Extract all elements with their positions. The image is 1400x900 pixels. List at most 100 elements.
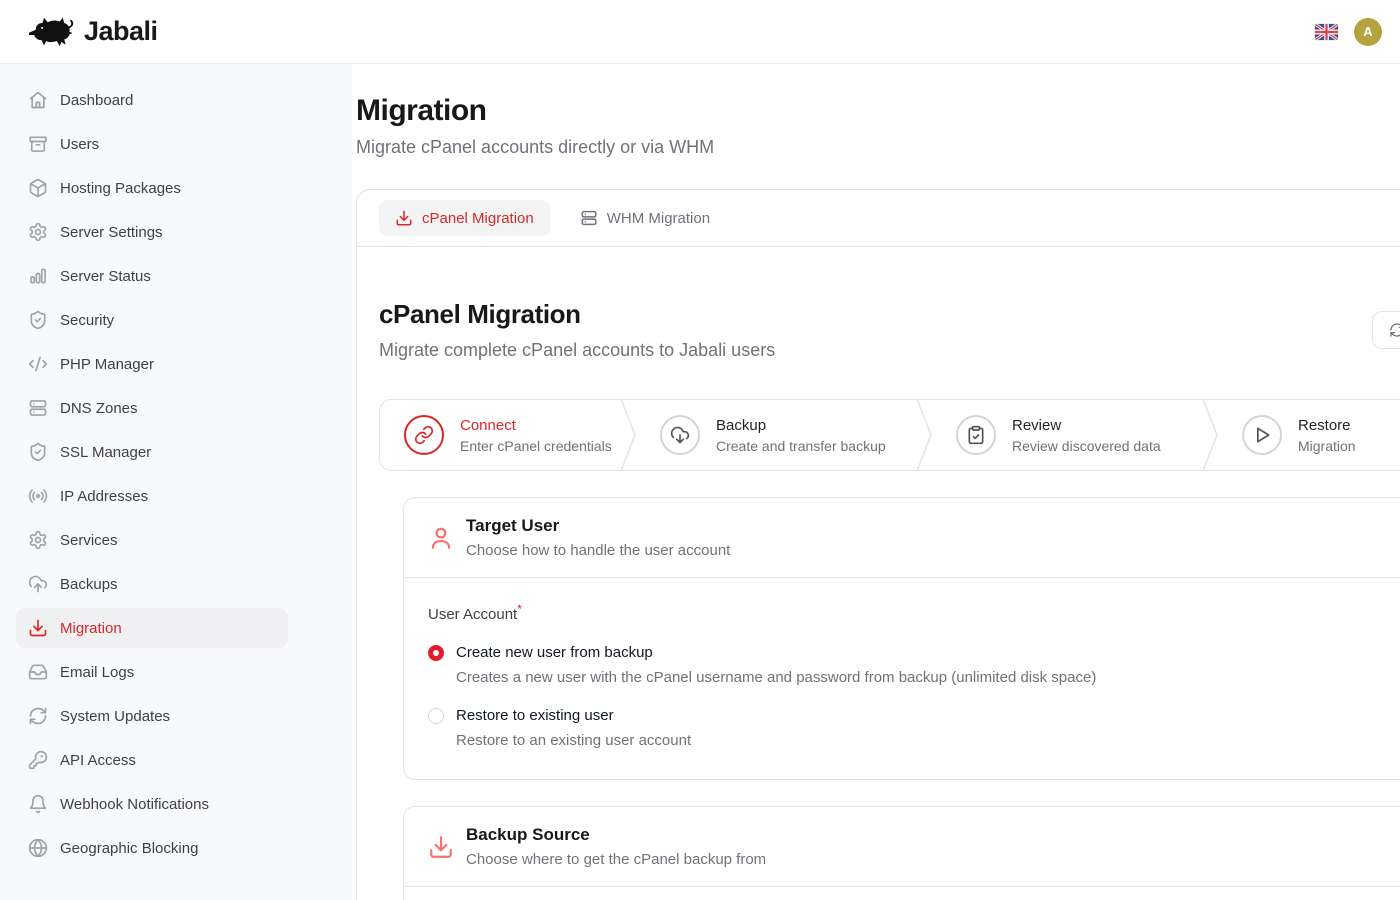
bar-chart-icon [28, 266, 48, 286]
sidebar-item-label: Hosting Packages [60, 180, 181, 197]
settings-icon [28, 530, 48, 550]
archive-icon [28, 134, 48, 154]
option-description: Restore to an existing user account [456, 732, 1400, 749]
sidebar-item-label: API Access [60, 752, 136, 769]
sidebar-item-backups[interactable]: Backups [16, 564, 288, 604]
topbar: Jabali A [0, 0, 1400, 64]
sidebar-item-ip-addresses[interactable]: IP Addresses [16, 476, 288, 516]
panel-title: cPanel Migration [379, 299, 775, 330]
tab-label: cPanel Migration [422, 210, 534, 227]
play-icon [1242, 415, 1282, 455]
download-icon [395, 209, 413, 227]
key-icon [28, 750, 48, 770]
page-subtitle: Migrate cPanel accounts directly or via … [356, 137, 1400, 158]
migration-stepper: Connect Enter cPanel credentials Backup Cre… [379, 399, 1400, 471]
sidebar-item-services[interactable]: Services [16, 520, 288, 560]
backup-source-card: Backup Source Choose where to get the cP… [403, 806, 1400, 900]
backup-source-subtitle: Choose where to get the cPanel backup fr… [466, 851, 766, 868]
migration-card: cPanel Migration WHM Migration cPanel Mig… [356, 189, 1400, 900]
shield-check-icon [28, 442, 48, 462]
sidebar-item-label: Services [60, 532, 118, 549]
globe-icon [28, 838, 48, 858]
sidebar-item-webhook-notifications[interactable]: Webhook Notifications [16, 784, 288, 824]
tab-whm-migration[interactable]: WHM Migration [564, 200, 726, 236]
target-user-subtitle: Choose how to handle the user account [466, 542, 730, 559]
required-mark: * [517, 602, 522, 616]
step-connect[interactable]: Connect Enter cPanel credentials [380, 400, 620, 470]
server-icon [28, 398, 48, 418]
shield-check-icon [28, 310, 48, 330]
page-title: Migration [356, 94, 1400, 128]
refresh-icon [1389, 322, 1400, 338]
sidebar-item-label: Email Logs [60, 664, 134, 681]
settings-icon [28, 222, 48, 242]
option-label: Create new user from backup [456, 644, 653, 661]
sidebar-item-dashboard[interactable]: Dashboard [16, 80, 288, 120]
brand-name: Jabali [84, 16, 158, 47]
step-separator-chevron-icon [1202, 399, 1218, 471]
sidebar-item-label: Webhook Notifications [60, 796, 209, 813]
sidebar-item-api-access[interactable]: API Access [16, 740, 288, 780]
bell-icon [28, 794, 48, 814]
sidebar-item-server-settings[interactable]: Server Settings [16, 212, 288, 252]
step-restore[interactable]: RestoreMigration [1218, 400, 1400, 470]
sidebar-item-users[interactable]: Users [16, 124, 288, 164]
sidebar-item-geographic-blocking[interactable]: Geographic Blocking [16, 828, 288, 868]
sidebar-item-label: System Updates [60, 708, 170, 725]
panel-subtitle: Migrate complete cPanel accounts to Jaba… [379, 340, 775, 361]
link-icon [404, 415, 444, 455]
target-user-title: Target User [466, 516, 730, 536]
step-subtitle: Enter cPanel credentials [460, 438, 612, 454]
step-subtitle: Create and transfer backup [716, 438, 886, 454]
boar-logo-icon [26, 13, 74, 51]
step-title: Connect [460, 417, 612, 434]
step-review[interactable]: ReviewReview discovered data [932, 400, 1202, 470]
sidebar-item-label: Server Settings [60, 224, 163, 241]
sidebar-item-email-logs[interactable]: Email Logs [16, 652, 288, 692]
step-separator-chevron-icon [620, 399, 636, 471]
home-icon [28, 90, 48, 110]
sidebar-item-dns-zones[interactable]: DNS Zones [16, 388, 288, 428]
sidebar-item-system-updates[interactable]: System Updates [16, 696, 288, 736]
radio-button[interactable] [428, 645, 444, 661]
option-label: Restore to existing user [456, 707, 614, 724]
user-icon [428, 525, 454, 551]
download-icon [428, 834, 454, 860]
option-create-new-user[interactable]: Create new user from backupCreates a new… [428, 644, 1400, 686]
tab-cpanel-migration[interactable]: cPanel Migration [379, 200, 550, 236]
code-icon [28, 354, 48, 374]
sidebar-item-php-manager[interactable]: PHP Manager [16, 344, 288, 384]
user-account-options: Create new user from backupCreates a new… [428, 644, 1400, 749]
sidebar-item-label: Users [60, 136, 99, 153]
uk-flag-icon[interactable] [1315, 24, 1338, 40]
clipboard-check-icon [956, 415, 996, 455]
package-icon [28, 178, 48, 198]
step-separator-chevron-icon [916, 399, 932, 471]
radio-button[interactable] [428, 708, 444, 724]
tabs-row: cPanel Migration WHM Migration [357, 190, 1400, 247]
sidebar-item-server-status[interactable]: Server Status [16, 256, 288, 296]
step-backup[interactable]: Backup Create and transfer backup [636, 400, 916, 470]
sidebar-item-migration[interactable]: Migration [16, 608, 288, 648]
sidebar-item-label: Server Status [60, 268, 151, 285]
sidebar-item-label: Dashboard [60, 92, 133, 109]
logo-link[interactable]: Jabali [26, 13, 158, 51]
main-content: Migration Migrate cPanel accounts direct… [352, 64, 1400, 900]
avatar[interactable]: A [1354, 18, 1382, 46]
sidebar-item-label: Geographic Blocking [60, 840, 198, 857]
refresh-icon [28, 706, 48, 726]
sidebar-item-label: Migration [60, 620, 122, 637]
sidebar-item-label: IP Addresses [60, 488, 148, 505]
sidebar-item-ssl-manager[interactable]: SSL Manager [16, 432, 288, 472]
sidebar-item-label: DNS Zones [60, 400, 138, 417]
sidebar-item-label: Backups [60, 576, 118, 593]
start-over-button[interactable]: Start Over [1372, 311, 1400, 349]
option-restore-existing-user[interactable]: Restore to existing user Restore to an ex… [428, 707, 1400, 749]
sidebar-item-hosting-packages[interactable]: Hosting Packages [16, 168, 288, 208]
sidebar-item-security[interactable]: Security [16, 300, 288, 340]
tab-label: WHM Migration [607, 210, 710, 227]
server-icon [580, 209, 598, 227]
backup-source-title: Backup Source [466, 825, 766, 845]
step-subtitle: Review discovered data [1012, 438, 1161, 454]
step-title: Backup [716, 417, 886, 434]
